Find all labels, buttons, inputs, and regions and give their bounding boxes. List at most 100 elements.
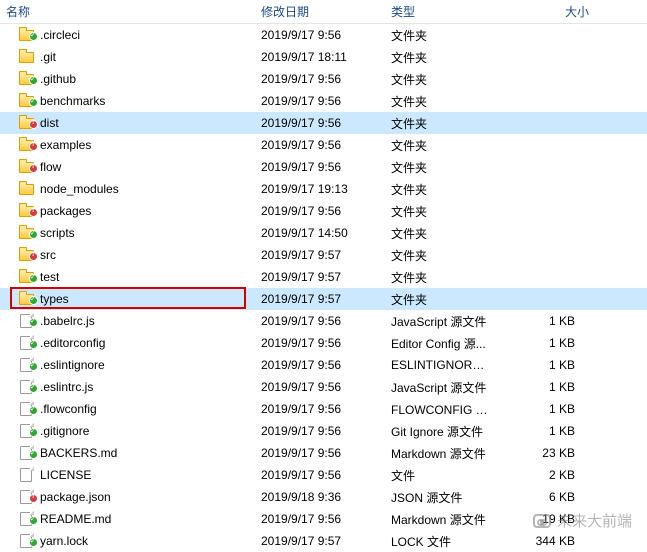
cell-date: 2019/9/17 18:11	[255, 50, 385, 64]
cell-name: flow	[0, 159, 255, 175]
column-header: 名称 修改日期 类型 大小	[0, 0, 647, 24]
file-icon	[18, 401, 34, 417]
list-item[interactable]: src2019/9/17 9:57文件夹	[0, 244, 647, 266]
file-name: .babelrc.js	[40, 314, 95, 328]
list-item[interactable]: LICENSE2019/9/17 9:56文件2 KB	[0, 464, 647, 486]
cell-date: 2019/9/17 9:56	[255, 138, 385, 152]
file-name: flow	[40, 160, 61, 174]
cell-name: node_modules	[0, 181, 255, 197]
list-item[interactable]: .eslintignore2019/9/17 9:56ESLINTIGNORE …	[0, 354, 647, 376]
cell-date: 2019/9/17 9:56	[255, 424, 385, 438]
column-date[interactable]: 修改日期	[255, 0, 385, 23]
list-item[interactable]: README.md2019/9/17 9:56Markdown 源文件19 KB	[0, 508, 647, 530]
file-name: .editorconfig	[40, 336, 105, 350]
list-item[interactable]: .editorconfig2019/9/17 9:56Editor Config…	[0, 332, 647, 354]
list-item[interactable]: types2019/9/17 9:57文件夹	[0, 288, 647, 310]
sync-modified-icon	[29, 252, 38, 261]
list-item[interactable]: .git2019/9/17 18:11文件夹	[0, 46, 647, 68]
file-name: src	[40, 248, 56, 262]
list-item[interactable]: node_modules2019/9/17 19:13文件夹	[0, 178, 647, 200]
sync-ok-icon	[29, 274, 38, 283]
cell-name: .babelrc.js	[0, 313, 255, 329]
cell-name: benchmarks	[0, 93, 255, 109]
file-name: types	[40, 292, 69, 306]
cell-date: 2019/9/17 9:56	[255, 446, 385, 460]
list-item[interactable]: flow2019/9/17 9:56文件夹	[0, 156, 647, 178]
file-name: .eslintignore	[40, 358, 105, 372]
file-icon	[18, 379, 34, 395]
list-item[interactable]: .eslintrc.js2019/9/17 9:56JavaScript 源文件…	[0, 376, 647, 398]
list-item[interactable]: scripts2019/9/17 14:50文件夹	[0, 222, 647, 244]
sync-ok-icon	[29, 230, 38, 239]
cell-name: .github	[0, 71, 255, 87]
file-name: LICENSE	[40, 468, 91, 482]
cell-type: 文件夹	[385, 27, 495, 44]
list-item[interactable]: package.json2019/9/18 9:36JSON 源文件6 KB	[0, 486, 647, 508]
cell-date: 2019/9/17 9:56	[255, 160, 385, 174]
cell-date: 2019/9/17 9:56	[255, 204, 385, 218]
cell-type: JavaScript 源文件	[385, 313, 495, 330]
cell-name: .eslintignore	[0, 357, 255, 373]
cell-type: JSON 源文件	[385, 489, 495, 506]
folder-icon	[18, 159, 34, 175]
column-name[interactable]: 名称	[0, 0, 255, 23]
cell-type: 文件夹	[385, 181, 495, 198]
cell-size: 1 KB	[495, 380, 595, 394]
list-item[interactable]: .gitignore2019/9/17 9:56Git Ignore 源文件1 …	[0, 420, 647, 442]
list-item[interactable]: packages2019/9/17 9:56文件夹	[0, 200, 647, 222]
list-item[interactable]: .github2019/9/17 9:56文件夹	[0, 68, 647, 90]
cell-date: 2019/9/17 19:13	[255, 182, 385, 196]
file-list: .circleci2019/9/17 9:56文件夹.git2019/9/17 …	[0, 24, 647, 552]
file-name: .github	[40, 72, 76, 86]
list-item[interactable]: test2019/9/17 9:57文件夹	[0, 266, 647, 288]
list-item[interactable]: .flowconfig2019/9/17 9:56FLOWCONFIG 文...…	[0, 398, 647, 420]
file-name: examples	[40, 138, 91, 152]
cell-date: 2019/9/17 9:56	[255, 116, 385, 130]
cell-size: 1 KB	[495, 314, 595, 328]
cell-type: Git Ignore 源文件	[385, 423, 495, 440]
cell-date: 2019/9/17 9:56	[255, 358, 385, 372]
cell-size: 6 KB	[495, 490, 595, 504]
cell-type: Markdown 源文件	[385, 511, 495, 528]
cell-name: src	[0, 247, 255, 263]
file-name: .circleci	[40, 28, 80, 42]
list-item[interactable]: BACKERS.md2019/9/17 9:56Markdown 源文件23 K…	[0, 442, 647, 464]
file-name: packages	[40, 204, 91, 218]
list-item[interactable]: benchmarks2019/9/17 9:56文件夹	[0, 90, 647, 112]
file-name: BACKERS.md	[40, 446, 117, 460]
cell-type: 文件夹	[385, 115, 495, 132]
sync-modified-icon	[29, 164, 38, 173]
list-item[interactable]: yarn.lock2019/9/17 9:57LOCK 文件344 KB	[0, 530, 647, 552]
column-size[interactable]: 大小	[495, 0, 595, 23]
cell-name: LICENSE	[0, 467, 255, 483]
cell-date: 2019/9/17 9:56	[255, 314, 385, 328]
file-name: test	[40, 270, 59, 284]
sync-ok-icon	[29, 32, 38, 41]
cell-name: README.md	[0, 511, 255, 527]
folder-icon	[18, 71, 34, 87]
cell-name: BACKERS.md	[0, 445, 255, 461]
file-icon	[18, 533, 34, 549]
cell-size: 2 KB	[495, 468, 595, 482]
list-item[interactable]: examples2019/9/17 9:56文件夹	[0, 134, 647, 156]
list-item[interactable]: .babelrc.js 2019/9/17 9:56JavaScript 源文件1…	[0, 310, 647, 332]
cell-type: 文件	[385, 467, 495, 484]
column-type[interactable]: 类型	[385, 0, 495, 23]
list-item[interactable]: .circleci2019/9/17 9:56文件夹	[0, 24, 647, 46]
list-item[interactable]: dist2019/9/17 9:56文件夹	[0, 112, 647, 134]
sync-modified-icon	[29, 120, 38, 129]
cell-size: 1 KB	[495, 358, 595, 372]
cell-date: 2019/9/17 14:50	[255, 226, 385, 240]
folder-icon	[18, 115, 34, 131]
file-name: package.json	[40, 490, 111, 504]
cell-type: LOCK 文件	[385, 533, 495, 550]
folder-icon	[18, 291, 34, 307]
file-name: .eslintrc.js	[40, 380, 93, 394]
sync-ok-icon	[29, 98, 38, 107]
cell-name: scripts	[0, 225, 255, 241]
cell-date: 2019/9/17 9:56	[255, 94, 385, 108]
folder-icon	[18, 93, 34, 109]
folder-icon	[18, 137, 34, 153]
cell-date: 2019/9/17 9:57	[255, 248, 385, 262]
file-name: .flowconfig	[40, 402, 97, 416]
